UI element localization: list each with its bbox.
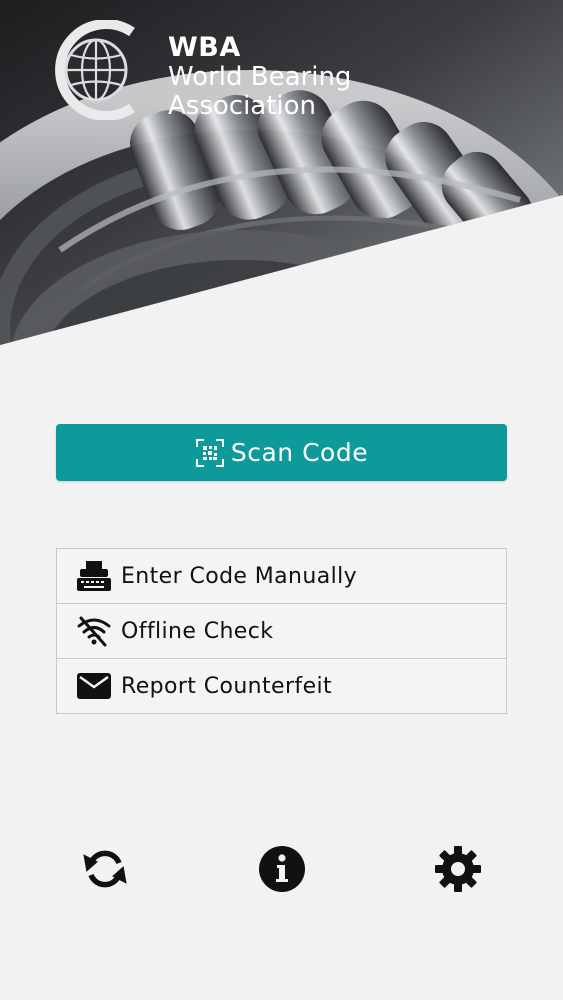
settings-button[interactable] bbox=[433, 846, 483, 896]
brand-line-2: Association bbox=[168, 91, 317, 121]
action-list: Enter Code Manually Offline Check Report… bbox=[56, 548, 507, 714]
qr-scan-icon bbox=[195, 438, 225, 468]
gear-icon bbox=[434, 845, 482, 897]
sync-button[interactable] bbox=[80, 846, 130, 896]
wba-logo-icon bbox=[44, 20, 144, 120]
enter-code-manually-item[interactable]: Enter Code Manually bbox=[57, 549, 506, 604]
report-counterfeit-label: Report Counterfeit bbox=[121, 673, 333, 699]
info-icon bbox=[258, 845, 306, 897]
mail-icon bbox=[75, 669, 113, 703]
brand-abbr: WBA bbox=[168, 32, 241, 63]
scan-code-button[interactable]: Scan Code bbox=[56, 424, 507, 481]
sync-icon bbox=[83, 845, 127, 897]
offline-check-label: Offline Check bbox=[121, 618, 274, 644]
info-button[interactable] bbox=[257, 846, 307, 896]
enter-code-manually-label: Enter Code Manually bbox=[121, 563, 358, 589]
hero-banner: WBA World Bearing Association bbox=[0, 0, 563, 345]
offline-check-item[interactable]: Offline Check bbox=[57, 604, 506, 659]
keyboard-printer-icon bbox=[75, 559, 113, 593]
brand-text: WBA World Bearing Association bbox=[168, 34, 351, 119]
scan-code-label: Scan Code bbox=[230, 438, 369, 467]
brand-line-1: World Bearing bbox=[168, 62, 352, 92]
wifi-off-icon bbox=[75, 614, 113, 648]
report-counterfeit-item[interactable]: Report Counterfeit bbox=[57, 659, 506, 713]
